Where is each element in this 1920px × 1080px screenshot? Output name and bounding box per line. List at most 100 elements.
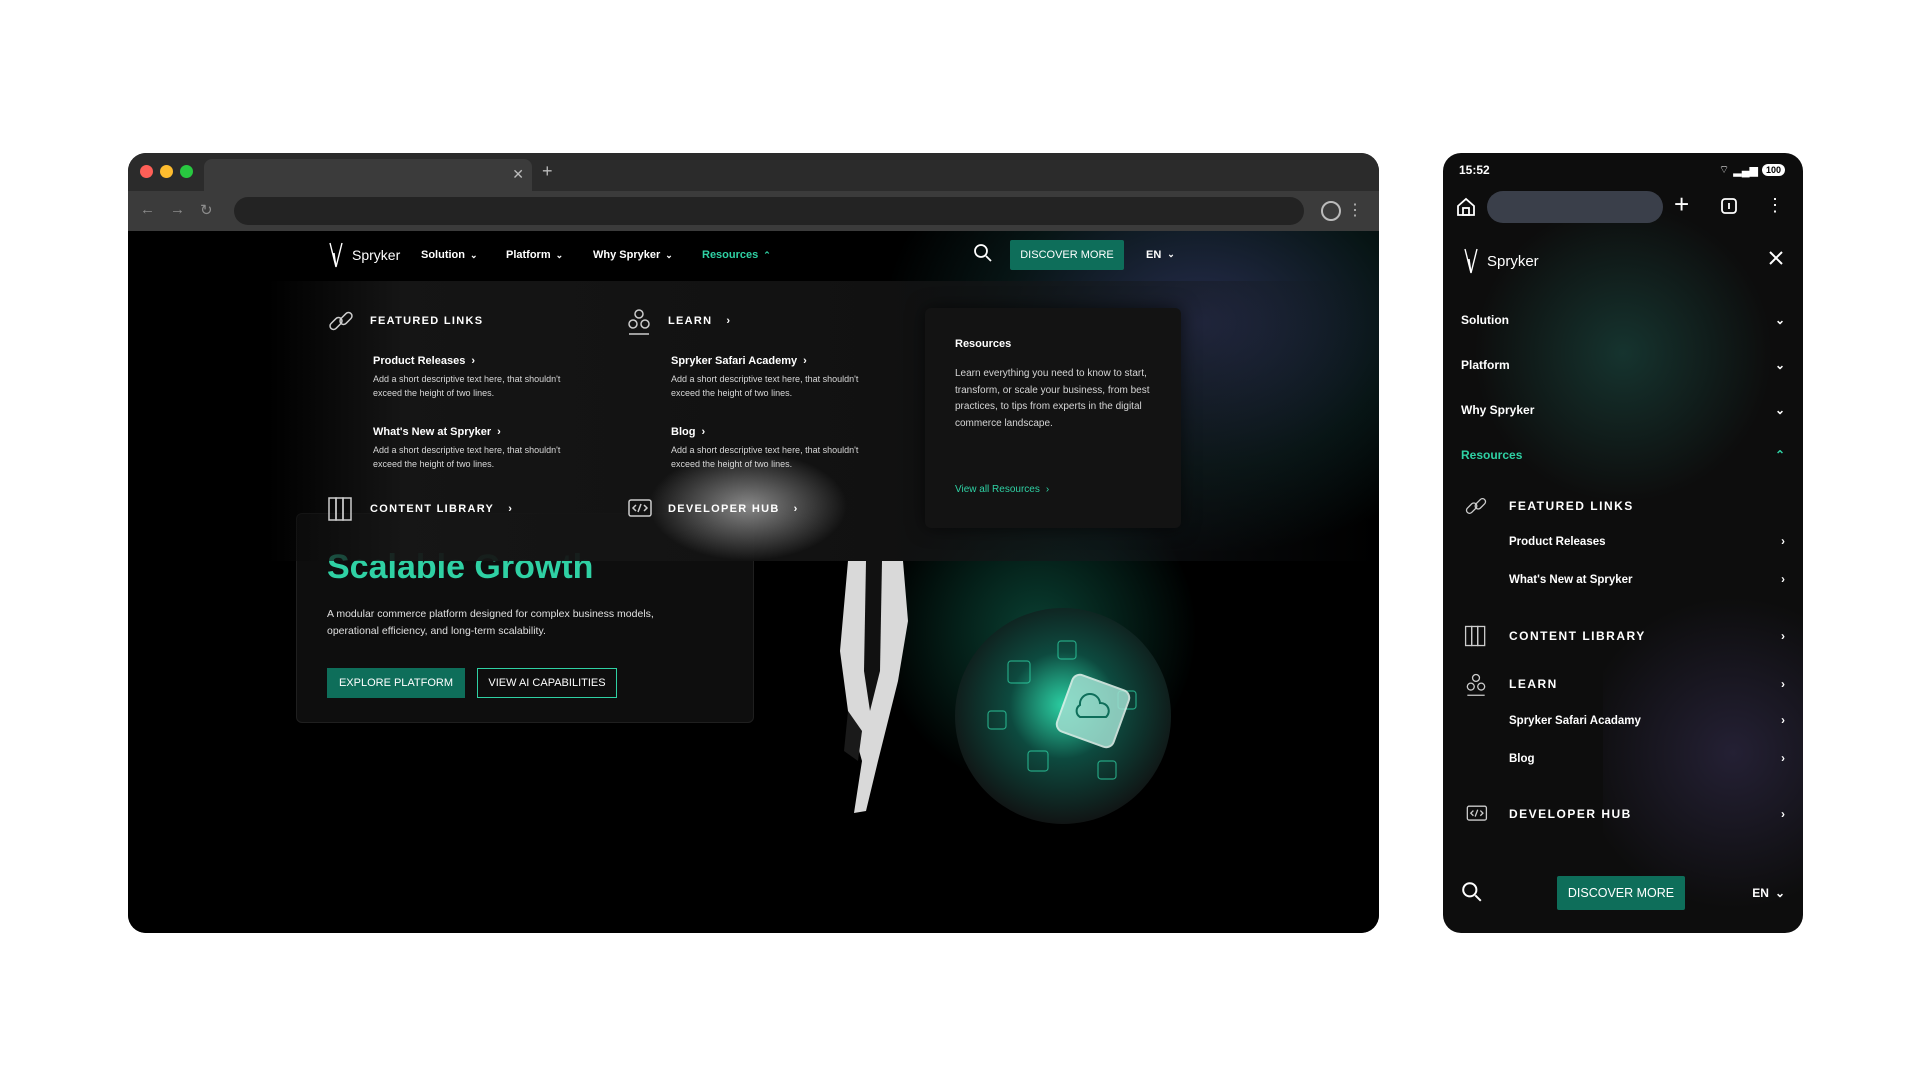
- search-icon[interactable]: [1461, 881, 1483, 903]
- books-icon: [1464, 625, 1486, 647]
- explore-platform-button[interactable]: EXPLORE PLATFORM: [327, 668, 465, 698]
- tabs-count-icon[interactable]: [1720, 197, 1738, 215]
- address-bar[interactable]: [234, 197, 1304, 225]
- mobile-discover-more-button[interactable]: DISCOVER MORE: [1557, 876, 1685, 910]
- mobile-developer-hub[interactable]: DEVELOPER HUB ›: [1461, 801, 1785, 827]
- mobile-nav-platform[interactable]: Platform ⌄: [1461, 358, 1785, 372]
- link-icon: [1465, 498, 1487, 514]
- safari-academy-desc: Add a short descriptive text here, that …: [671, 374, 859, 398]
- nav-why-spryker[interactable]: Why Spryker ⌄: [593, 249, 673, 261]
- browser-tab[interactable]: ✕: [204, 159, 532, 191]
- mobile-content-library[interactable]: CONTENT LIBRARY ›: [1461, 623, 1785, 649]
- chevron-down-icon: ⌄: [1774, 886, 1785, 900]
- mobile-whats-new-link[interactable]: What's New at Spryker ›: [1509, 574, 1785, 586]
- safari-academy-link[interactable]: Spryker Safari Academy ›: [671, 355, 807, 367]
- product-releases-desc: Add a short descriptive text here, that …: [373, 374, 561, 398]
- mobile-nav-solution[interactable]: Solution ⌄: [1461, 313, 1785, 327]
- chevron-right-icon: ›: [1781, 753, 1785, 765]
- reload-icon[interactable]: ↻: [200, 201, 213, 219]
- chevron-right-icon: ›: [1781, 677, 1785, 691]
- resources-card-text: Learn everything you need to know to sta…: [955, 368, 1150, 429]
- back-icon[interactable]: ←: [140, 201, 155, 218]
- chevron-right-icon: ›: [793, 503, 799, 515]
- minimize-window-button[interactable]: [160, 165, 173, 178]
- content-library-section[interactable]: CONTENT LIBRARY ›: [326, 494, 513, 524]
- battery-icon: 100: [1761, 164, 1785, 176]
- view-ai-capabilities-button[interactable]: VIEW AI CAPABILITIES: [477, 668, 617, 698]
- page-viewport: Scalable Growth A modular commerce platf…: [128, 231, 1379, 933]
- signal-icon: ▂▄▆: [1733, 164, 1758, 177]
- discover-more-button[interactable]: DISCOVER MORE: [1010, 240, 1124, 270]
- featured-links-heading: FEATURED LINKS: [370, 315, 484, 327]
- nav-resources[interactable]: Resources ⌃: [702, 249, 771, 261]
- chevron-right-icon: ›: [1781, 629, 1785, 643]
- site-header: Spryker Solution ⌄ Platform ⌄ Why Spryker ⌄…: [128, 231, 1379, 281]
- spryker-logo[interactable]: Spryker: [326, 241, 400, 269]
- chevron-up-icon: ⌃: [763, 249, 771, 260]
- wifi-icon: ⌔: [1718, 164, 1730, 176]
- code-screen-icon: [628, 499, 652, 517]
- chevron-right-icon: ›: [508, 503, 514, 515]
- nav-solution[interactable]: Solution ⌄: [421, 249, 478, 261]
- content-library-heading: CONTENT LIBRARY: [370, 503, 495, 515]
- chevron-right-icon: ›: [1045, 484, 1050, 495]
- chevron-right-icon: ›: [1781, 715, 1785, 727]
- chevron-right-icon: ›: [701, 426, 706, 438]
- learn-heading: LEARN: [668, 315, 713, 327]
- new-tab-icon[interactable]: +: [542, 161, 553, 182]
- close-window-button[interactable]: [140, 165, 153, 178]
- chevron-down-icon: ⌄: [665, 249, 673, 260]
- mobile-nav-why-spryker[interactable]: Why Spryker ⌄: [1461, 403, 1785, 417]
- forward-icon[interactable]: →: [170, 201, 185, 218]
- profile-icon[interactable]: [1321, 201, 1341, 221]
- blog-link[interactable]: Blog ›: [671, 426, 705, 438]
- mobile-safari-academy-link[interactable]: Spryker Safari Acadamy ›: [1509, 715, 1785, 727]
- developer-hub-heading: DEVELOPER HUB: [668, 503, 780, 515]
- nav-platform[interactable]: Platform ⌄: [506, 249, 563, 261]
- home-icon[interactable]: [1455, 196, 1477, 218]
- chevron-right-icon: ›: [726, 315, 732, 327]
- blog-desc: Add a short descriptive text here, that …: [671, 445, 859, 469]
- mobile-product-releases-link[interactable]: Product Releases ›: [1509, 536, 1785, 548]
- status-time: 15:52: [1459, 163, 1490, 177]
- search-icon[interactable]: [973, 243, 993, 263]
- antelope-logo-icon: [329, 242, 343, 268]
- learn-section[interactable]: LEARN ›: [624, 306, 731, 336]
- maximize-window-button[interactable]: [180, 165, 193, 178]
- mobile-menu-icon[interactable]: ⋮: [1766, 195, 1784, 216]
- mobile-featured-links: FEATURED LINKS: [1461, 493, 1785, 519]
- tab-close-icon[interactable]: ✕: [512, 166, 524, 183]
- developer-hub-section[interactable]: DEVELOPER HUB ›: [624, 494, 799, 524]
- chevron-right-icon: ›: [471, 355, 475, 367]
- language-selector[interactable]: EN ⌄: [1146, 249, 1175, 261]
- resources-card-title: Resources: [955, 338, 1012, 350]
- code-screen-icon: [1466, 805, 1488, 821]
- view-all-resources-link[interactable]: View all Resources ›: [955, 484, 1049, 495]
- antelope-logo-icon: [1464, 248, 1478, 274]
- chevron-up-icon: ⌃: [1774, 448, 1785, 462]
- chevron-down-icon: ⌄: [1774, 358, 1785, 372]
- mobile-blog-link[interactable]: Blog ›: [1509, 753, 1785, 765]
- learn-icon: [628, 309, 650, 335]
- new-tab-icon[interactable]: +: [1674, 189, 1689, 220]
- mobile-browser-toolbar: + ⋮: [1443, 187, 1803, 227]
- mobile-learn[interactable]: LEARN ›: [1461, 671, 1785, 697]
- browser-menu-icon[interactable]: ⋮: [1347, 201, 1363, 221]
- close-icon[interactable]: [1767, 249, 1785, 267]
- mobile-spryker-logo[interactable]: Spryker: [1461, 247, 1539, 275]
- browser-tab-bar: ✕ +: [128, 153, 1379, 191]
- mobile-address-bar[interactable]: [1487, 191, 1663, 223]
- whats-new-link[interactable]: What's New at Spryker ›: [373, 426, 501, 438]
- chevron-down-icon: ⌄: [1167, 249, 1175, 259]
- window-controls: [140, 165, 193, 178]
- learn-icon: [1466, 673, 1486, 696]
- whats-new-desc: Add a short descriptive text here, that …: [373, 445, 561, 469]
- hero-subtitle: A modular commerce platform designed for…: [327, 608, 654, 637]
- chevron-down-icon: ⌄: [1774, 313, 1785, 327]
- chevron-right-icon: ›: [1781, 807, 1785, 821]
- chevron-right-icon: ›: [1781, 536, 1785, 548]
- mobile-language-selector[interactable]: EN ⌄: [1752, 886, 1785, 900]
- mobile-nav-resources[interactable]: Resources ⌃: [1461, 448, 1785, 462]
- product-releases-link[interactable]: Product Releases ›: [373, 355, 475, 367]
- desktop-browser-window: ✕ + ← → ↻ ⋮ Scalable Growth A modular co…: [128, 153, 1379, 933]
